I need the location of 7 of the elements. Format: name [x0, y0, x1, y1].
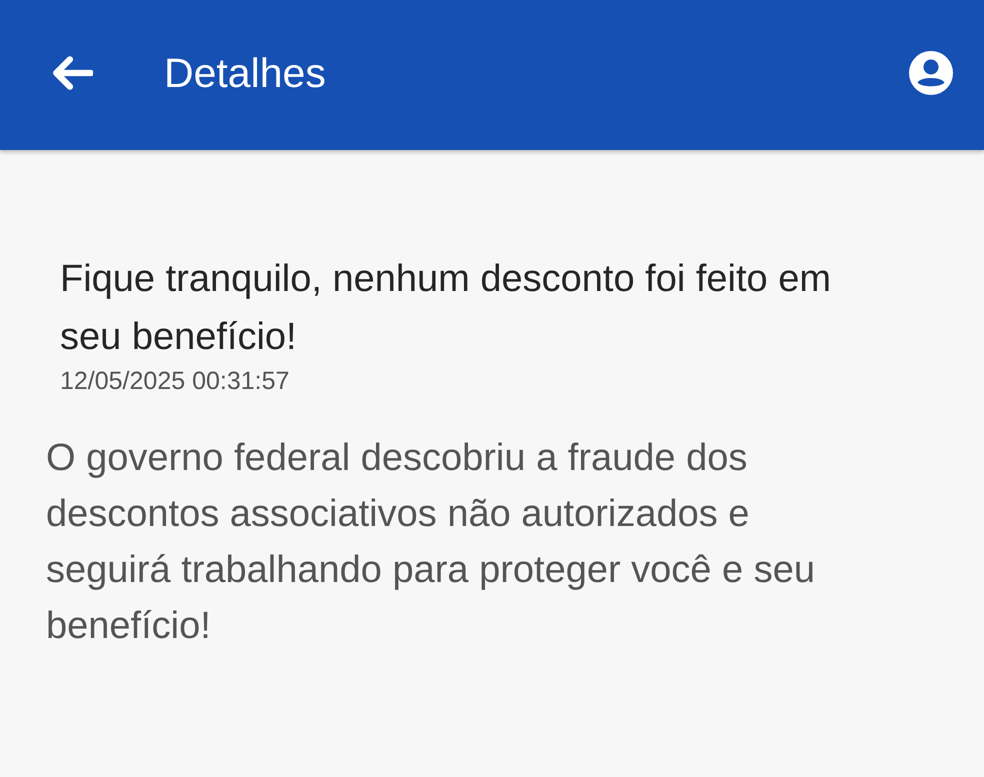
notification-message: O governo federal descobriu a fraude dos descontos associativos não autorizados e seguirá trabalhando para proteger você e seu benefício! [46, 436, 816, 649]
notification-title: Fique tranquilo, nenhum desconto foi feito em seu benefício! [60, 257, 832, 360]
profile-button[interactable] [908, 50, 954, 96]
back-arrow-icon [51, 55, 93, 91]
account-icon [909, 51, 953, 95]
notification-timestamp: 12/05/2025 00:31:57 [60, 366, 290, 396]
screen-title: Detalhes [164, 50, 326, 96]
